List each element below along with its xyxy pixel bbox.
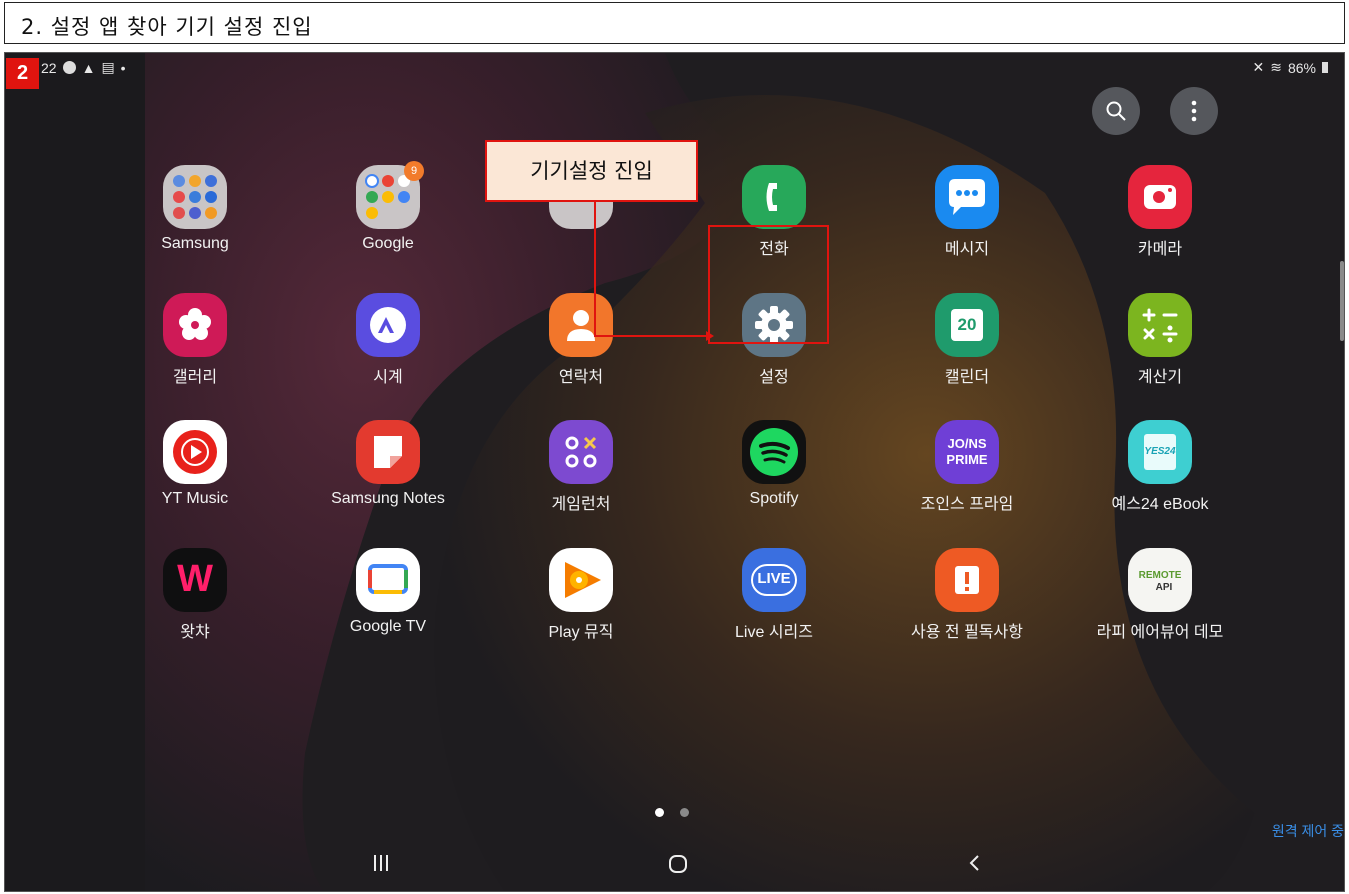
annotation-arrow (594, 202, 714, 341)
annotation-callout: 기기설정 진입 (485, 140, 698, 202)
settings-highlight-box (708, 225, 829, 344)
step-number-badge: 2 (6, 58, 39, 89)
